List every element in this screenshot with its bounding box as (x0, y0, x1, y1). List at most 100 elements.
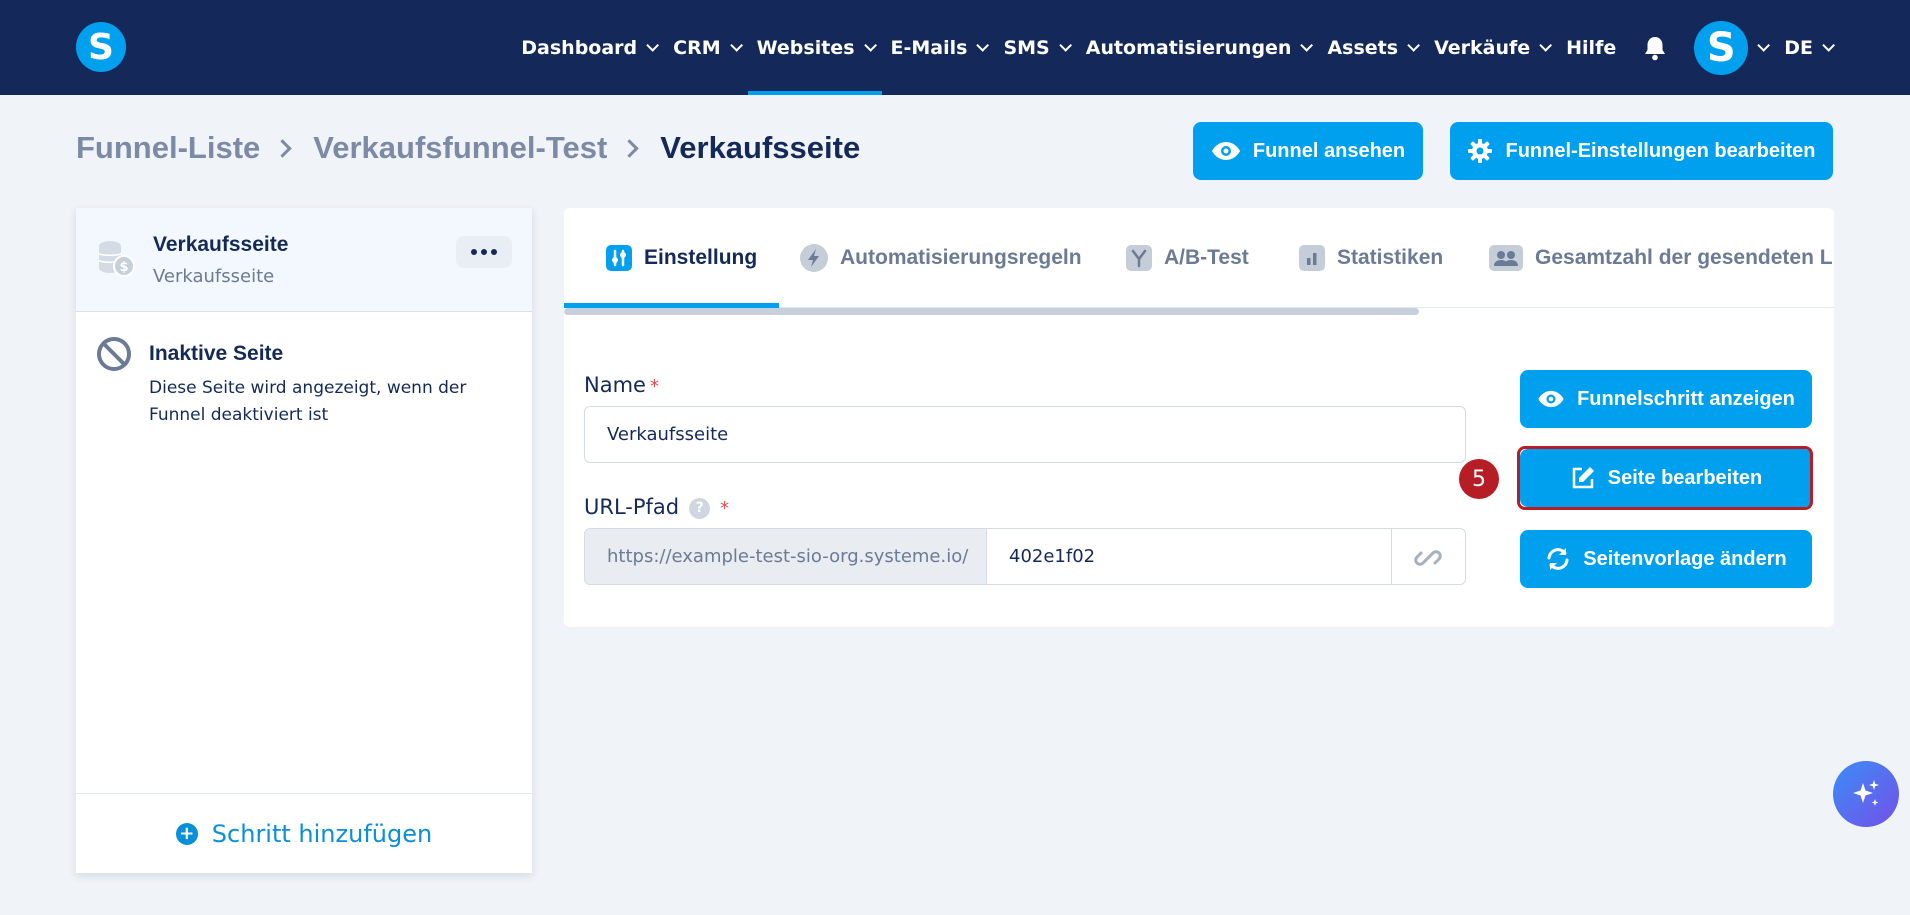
chevron-down-icon (976, 39, 990, 52)
tab-label: Gesamtzahl der gesendeten L (1535, 246, 1833, 269)
logo-letter: S (88, 26, 114, 68)
label-text: URL-Pfad (584, 495, 680, 519)
nav-label: Automatisierungen (1085, 36, 1292, 59)
nav-label: Hilfe (1566, 36, 1617, 59)
plus-circle-icon: + (175, 822, 198, 845)
name-label: Name * (584, 373, 659, 397)
dot (491, 249, 497, 255)
url-prefix: https://example-test-sio-org.systeme.io/ (585, 529, 987, 584)
add-step-label: Schritt hinzufügen (211, 819, 433, 848)
more-options-button[interactable] (456, 236, 512, 268)
chevron-down-icon (1058, 39, 1072, 52)
refresh-icon (1547, 548, 1569, 570)
ban-icon (96, 336, 132, 377)
url-path-input[interactable] (987, 529, 1391, 584)
tab-automation-rules[interactable]: Automatisierungsregeln (800, 208, 1082, 308)
help-icon[interactable]: ? (689, 497, 711, 519)
label-text: Name (584, 373, 646, 397)
button-label: Funnel-Einstellungen bearbeiten (1505, 139, 1816, 162)
add-step-button[interactable]: + Schritt hinzufügen (76, 793, 532, 873)
chevron-right-icon (273, 138, 292, 158)
step-settings-panel: Einstellung Automatisierungsregeln A/B-T… (564, 208, 1834, 627)
sparkle-icon (1853, 780, 1879, 806)
nav-label: Verkäufe (1434, 36, 1531, 59)
user-menu[interactable]: S (1685, 0, 1775, 95)
svg-text:$: $ (119, 260, 128, 275)
ai-assistant-button[interactable] (1833, 761, 1899, 827)
chevron-down-icon (863, 39, 877, 52)
tab-ab-test[interactable]: A/B-Test (1126, 208, 1249, 308)
eye-icon (1211, 142, 1240, 160)
inactive-page-step[interactable]: Inaktive Seite Diese Seite wird angezeig… (76, 312, 532, 442)
nav-item-crm[interactable]: CRM (664, 0, 747, 95)
button-label: Seitenvorlage ändern (1583, 547, 1787, 570)
button-label: Funnelschritt anzeigen (1577, 387, 1795, 410)
nav-item-automations[interactable]: Automatisierungen (1077, 0, 1319, 95)
name-input[interactable] (584, 406, 1466, 463)
nav-item-help[interactable]: Hilfe (1557, 0, 1625, 95)
inactive-page-title: Inaktive Seite (149, 342, 284, 365)
funnel-steps-sidebar: $ Verkaufsseite Verkaufsseite Inaktive S… (76, 208, 532, 873)
eye-icon (1538, 390, 1564, 408)
nav-item-emails[interactable]: E-Mails (882, 0, 995, 95)
nav-label: Websites (756, 36, 855, 59)
nav-item-websites[interactable]: Websites (747, 0, 882, 95)
tab-label: Statistiken (1337, 246, 1444, 269)
chevron-down-icon (646, 39, 660, 52)
tab-scrollbar[interactable] (564, 308, 1419, 315)
bolt-icon (800, 244, 828, 272)
tab-label: A/B-Test (1164, 246, 1249, 269)
nav-item-sales[interactable]: Verkäufe (1425, 0, 1557, 95)
nav-item-sms[interactable]: SMS (994, 0, 1076, 95)
link-icon[interactable] (1391, 529, 1465, 584)
tab-total-sent[interactable]: Gesamtzahl der gesendeten L (1489, 208, 1833, 308)
gear-icon (1468, 139, 1493, 163)
systeme-logo[interactable]: S (76, 22, 126, 72)
users-icon (1489, 245, 1523, 271)
chevron-down-icon (1539, 39, 1553, 52)
view-funnel-button[interactable]: Funnel ansehen (1193, 122, 1423, 180)
tab-statistics[interactable]: Statistiken (1299, 208, 1443, 308)
nav-label: Dashboard (521, 36, 638, 59)
edit-funnel-settings-button[interactable]: Funnel-Einstellungen bearbeiten (1450, 122, 1833, 180)
url-path-field: https://example-test-sio-org.systeme.io/ (584, 528, 1466, 585)
chevron-down-icon (1300, 39, 1314, 52)
nav-label: E-Mails (890, 36, 968, 59)
funnel-step-sales-page[interactable]: $ Verkaufsseite Verkaufsseite (76, 208, 532, 312)
bar-chart-icon (1299, 245, 1325, 271)
avatar: S (1694, 20, 1749, 75)
sliders-icon (606, 245, 632, 271)
nav-item-dashboard[interactable]: Dashboard (512, 0, 664, 95)
chevron-down-icon (1757, 39, 1771, 52)
step-title: Verkaufsseite (153, 233, 289, 256)
dot (481, 249, 487, 255)
url-path-label: URL-Pfad? * (584, 495, 729, 519)
breadcrumb-current-page: Verkaufsseite (660, 130, 861, 165)
step-subtitle: Verkaufsseite (153, 266, 275, 287)
tab-label: Einstellung (644, 246, 758, 269)
button-label: Funnel ansehen (1252, 139, 1406, 162)
show-funnel-step-button[interactable]: Funnelschritt anzeigen (1520, 370, 1812, 428)
tab-label: Automatisierungsregeln (840, 246, 1082, 269)
tab-bar: Einstellung Automatisierungsregeln A/B-T… (564, 208, 1834, 308)
highlight-frame (1517, 446, 1813, 510)
tab-settings[interactable]: Einstellung (606, 208, 757, 308)
breadcrumb: Funnel-Liste Verkaufsfunnel-Test Verkauf… (76, 130, 860, 166)
bell-icon[interactable] (1635, 35, 1675, 61)
step-number-badge: 5 (1459, 459, 1499, 499)
required-mark: * (720, 498, 730, 519)
breadcrumb-funnel-list[interactable]: Funnel-Liste (76, 130, 260, 166)
breadcrumb-funnel[interactable]: Verkaufsfunnel-Test (313, 130, 607, 166)
language-selector[interactable]: DE (1775, 0, 1840, 95)
chevron-down-icon (1407, 39, 1421, 52)
main-menu: Dashboard CRM Websites E-Mails SMS Autom… (512, 0, 1840, 95)
nav-label: SMS (1003, 36, 1050, 59)
coins-icon: $ (96, 238, 136, 283)
chevron-down-icon (729, 39, 743, 52)
nav-item-assets[interactable]: Assets (1318, 0, 1425, 95)
nav-label: CRM (673, 36, 721, 59)
nav-label: Assets (1327, 36, 1399, 59)
change-template-button[interactable]: Seitenvorlage ändern (1520, 530, 1812, 588)
inactive-page-description: Diese Seite wird angezeigt, wenn der Fun… (149, 378, 467, 425)
dot (471, 249, 477, 255)
